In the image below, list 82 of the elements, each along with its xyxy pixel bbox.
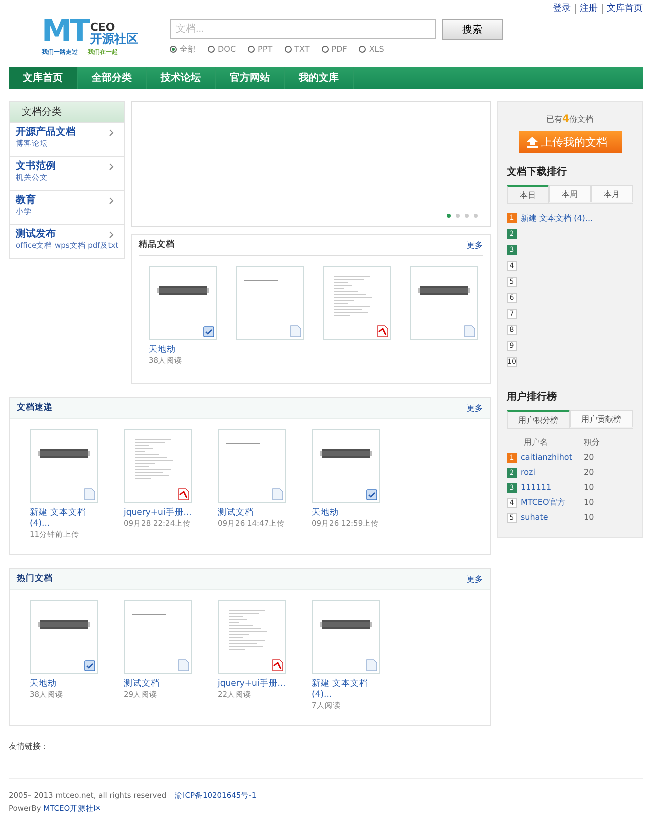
user-link[interactable]: caitianzhihot (521, 453, 572, 462)
ranking-tab[interactable]: 本月 (591, 185, 633, 202)
more-link[interactable]: 更多 (467, 402, 483, 414)
document-count: 已有4份文档 (546, 114, 594, 125)
document-thumbnail[interactable] (149, 266, 217, 340)
user-score: 10 (584, 498, 594, 507)
user-link[interactable]: suhate (521, 513, 548, 522)
document-thumbnail[interactable] (236, 266, 304, 340)
category-link[interactable]: 教育 (16, 194, 118, 207)
category-link[interactable]: 开源产品文档 (16, 126, 118, 139)
ranked-document-link[interactable]: 新建 文本文档 (4)... (521, 212, 594, 224)
user-link[interactable]: 111111 (521, 483, 552, 492)
column-header: 用户名 (524, 437, 549, 448)
document-title[interactable]: 天地劫 (312, 508, 380, 519)
ranking-title: 文档下载排行 (507, 166, 568, 179)
document-title[interactable]: 测试文档 (218, 508, 286, 519)
logo-mark: MT (42, 18, 88, 46)
friend-links-label: 友情链接： (9, 741, 50, 752)
nav-tab[interactable]: 全部分类 (78, 67, 147, 89)
user-link[interactable]: MTCEO官方 (521, 497, 566, 508)
document-thumbnail[interactable] (312, 429, 380, 503)
type-radio-option[interactable]: TXT (284, 44, 310, 55)
ranking-tab[interactable]: 用户积分榜 (507, 410, 570, 428)
user-link[interactable]: rozi (521, 468, 536, 477)
ranking-tab[interactable]: 用户贡献榜 (570, 410, 633, 427)
document-title[interactable]: jquery+ui手册... (124, 508, 192, 519)
ranking-tab[interactable]: 本日 (507, 185, 549, 203)
user-score: 20 (584, 468, 594, 477)
type-radio-option[interactable]: PDF (322, 44, 348, 55)
document-thumbnail[interactable] (30, 600, 98, 674)
chevron-icon (109, 231, 114, 239)
more-link[interactable]: 更多 (467, 574, 483, 584)
top-link[interactable]: 登录 (549, 4, 575, 14)
section-title: 热门文档 (17, 573, 53, 585)
user-score: 20 (584, 453, 594, 462)
top-link[interactable]: 文库首页 (602, 4, 647, 14)
document-thumbnail[interactable] (218, 429, 286, 503)
document-thumbnail[interactable] (30, 429, 98, 503)
type-radio-option[interactable]: 全部 (170, 44, 196, 55)
document-title[interactable]: 天地劫 (149, 345, 217, 356)
document-thumbnail[interactable] (410, 266, 478, 340)
ranking-tab[interactable]: 本周 (549, 185, 591, 202)
logo-name: 开源社区 (90, 33, 138, 46)
user-score: 10 (584, 513, 594, 522)
slider-dot[interactable] (447, 214, 451, 218)
column-header: 积分 (584, 437, 600, 448)
category-title: 文档分类 (10, 102, 124, 122)
type-radio-option[interactable]: PPT (248, 44, 273, 55)
search-button[interactable]: 搜索 (442, 19, 503, 40)
category-link[interactable]: 文书范例 (16, 160, 118, 173)
nav-tab[interactable]: 文库首页 (9, 67, 78, 89)
document-thumbnail[interactable] (124, 600, 192, 674)
slider-dot[interactable] (474, 214, 478, 218)
top-link[interactable]: 注册 (575, 4, 602, 14)
document-title[interactable]: 新建 文本文档 (4)... (312, 679, 380, 701)
section-title: 文档速递 (17, 402, 53, 414)
document-thumbnail[interactable] (312, 600, 380, 674)
category-link[interactable]: 测试发布 (16, 228, 118, 241)
search-field[interactable]: 文档... (170, 19, 436, 39)
section-title: 精品文档 (139, 239, 175, 251)
logo-text: CEO (90, 22, 116, 33)
more-link[interactable]: 更多 (467, 240, 483, 250)
slider-dot[interactable] (456, 214, 460, 218)
document-title[interactable]: 新建 文本文档 (4)... (30, 508, 98, 530)
type-radio-option[interactable]: DOC (208, 44, 236, 55)
user-score: 10 (584, 483, 594, 492)
document-title[interactable]: 天地劫 (30, 679, 98, 690)
ranking-title: 用户排行榜 (507, 390, 558, 404)
nav-tab[interactable]: 我的文库 (285, 67, 354, 89)
type-radio-option[interactable]: XLS (359, 44, 384, 55)
nav-tab[interactable]: 技术论坛 (147, 67, 216, 89)
chevron-icon (109, 197, 114, 205)
slider-dot[interactable] (465, 214, 469, 218)
chevron-icon (109, 129, 114, 137)
document-title[interactable]: 测试文档 (124, 679, 192, 690)
document-thumbnail[interactable] (124, 429, 192, 503)
upload-icon (526, 136, 538, 148)
document-thumbnail[interactable] (323, 266, 391, 340)
nav-tab[interactable]: 官方网站 (216, 67, 285, 89)
chevron-icon (109, 163, 114, 171)
document-thumbnail[interactable] (218, 600, 286, 674)
document-title[interactable]: jquery+ui手册... (218, 679, 286, 690)
